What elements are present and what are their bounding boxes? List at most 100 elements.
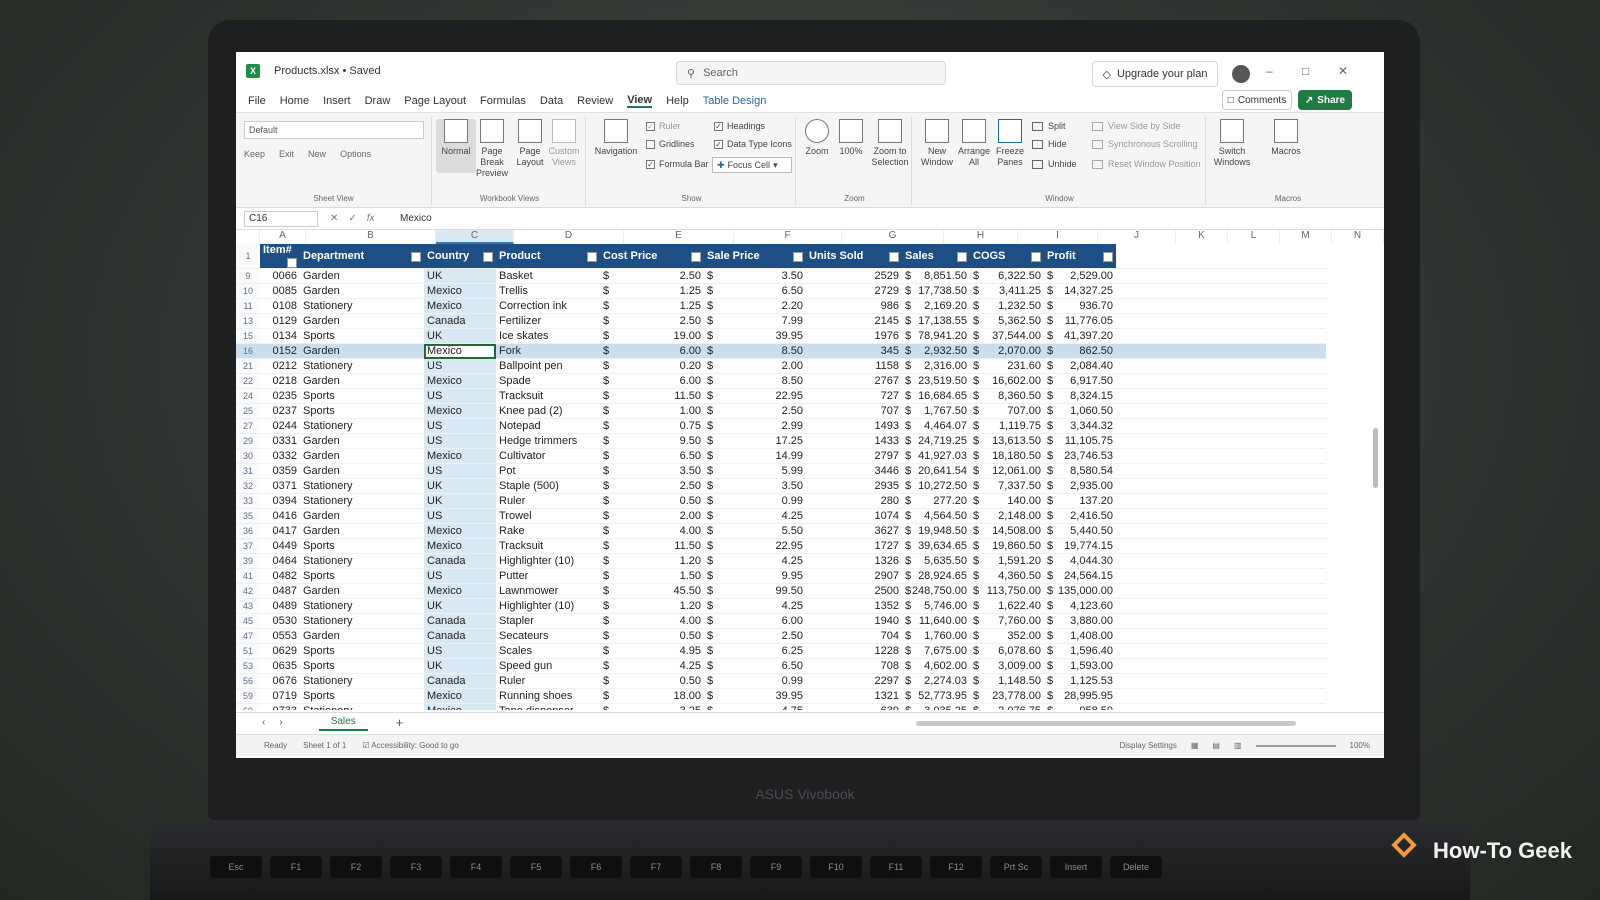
cell-sale-price[interactable]: $3.50	[704, 268, 806, 284]
cell-country[interactable]: Mexico	[424, 403, 496, 419]
cell-sales[interactable]: $2,169.20	[902, 298, 970, 314]
cell-country[interactable]: Canada	[424, 628, 496, 644]
cell-product[interactable]: Secateurs	[496, 628, 600, 644]
cell-sales[interactable]: $41,927.03	[902, 448, 970, 464]
cell-country[interactable]: UK	[424, 493, 496, 509]
row-number[interactable]: 29	[236, 433, 260, 449]
cell-sales[interactable]: $1,767.50	[902, 403, 970, 419]
name-box[interactable]: C16	[244, 210, 318, 227]
cell-cost-price[interactable]: $1.20	[600, 553, 704, 569]
empty-cell[interactable]	[1116, 388, 1326, 404]
headings-checkbox[interactable]: ✓ Headings	[714, 121, 765, 131]
synchronous-scrolling-button[interactable]: Synchronous Scrolling	[1092, 139, 1198, 149]
column-header-l[interactable]: L	[1228, 230, 1280, 244]
next-sheet-icon[interactable]: ›	[279, 717, 282, 728]
cell-department[interactable]: Stationery	[300, 613, 424, 629]
cell-sales[interactable]: $28,924.65	[902, 568, 970, 584]
row-number[interactable]: 56	[236, 673, 260, 689]
cell-sale-price[interactable]: $9.95	[704, 568, 806, 584]
cell-item[interactable]: 0129	[260, 313, 300, 329]
empty-cell[interactable]	[1116, 343, 1326, 359]
zoom-to-selection-button[interactable]: Zoom to Selection	[870, 119, 910, 168]
cell-product[interactable]: Ice skates	[496, 328, 600, 344]
header-cost-price[interactable]: Cost Price	[600, 244, 704, 269]
cell-sales[interactable]: $24,719.25	[902, 433, 970, 449]
cell-sales[interactable]: $4,602.00	[902, 658, 970, 674]
cell-product[interactable]: Staple (500)	[496, 478, 600, 494]
cell-units-sold[interactable]: 2145	[806, 313, 902, 329]
cell-sales[interactable]: $5,635.50	[902, 553, 970, 569]
row-number[interactable]: 1	[236, 244, 260, 269]
cell-units-sold[interactable]: 1158	[806, 358, 902, 374]
arrange-all-button[interactable]: Arrange All	[956, 119, 992, 168]
zoom-level[interactable]: 100%	[1350, 741, 1370, 750]
split-button[interactable]: Split	[1032, 121, 1066, 131]
cell-product[interactable]: Fork	[496, 343, 600, 359]
tab-help[interactable]: Help	[666, 95, 689, 107]
cell-sale-price[interactable]: $7.99	[704, 313, 806, 329]
cell-profit[interactable]: $41,397.20	[1044, 328, 1116, 344]
cell-cogs[interactable]: $231.60	[970, 358, 1044, 374]
cell-country[interactable]: US	[424, 433, 496, 449]
cell-profit[interactable]: $137.20	[1044, 493, 1116, 509]
cell-department[interactable]: Sports	[300, 328, 424, 344]
cell-cogs[interactable]: $19,860.50	[970, 538, 1044, 554]
normal-view-button[interactable]: Normal	[436, 119, 476, 173]
cell-cost-price[interactable]: $11.50	[600, 538, 704, 554]
macros-button[interactable]: Macros	[1266, 119, 1306, 157]
cell-department[interactable]: Garden	[300, 448, 424, 464]
cell-country[interactable]: Mexico	[424, 688, 496, 704]
row-number[interactable]: 35	[236, 508, 260, 524]
cell-sales[interactable]: $2,316.00	[902, 358, 970, 374]
cell-item[interactable]: 0629	[260, 643, 300, 659]
cell-profit[interactable]: $2,529.00	[1044, 268, 1116, 284]
cell-profit[interactable]: $1,125.53	[1044, 673, 1116, 689]
empty-cell[interactable]	[1116, 688, 1326, 704]
cell-department[interactable]: Garden	[300, 583, 424, 599]
cell-sale-price[interactable]: $5.99	[704, 463, 806, 479]
cell-cogs[interactable]: $7,337.50	[970, 478, 1044, 494]
cell-product[interactable]: Trellis	[496, 283, 600, 299]
navigation-button[interactable]: Navigation	[592, 119, 640, 157]
cell-sale-price[interactable]: $2.20	[704, 298, 806, 314]
empty-cell[interactable]	[1116, 358, 1326, 374]
cell-item[interactable]: 0331	[260, 433, 300, 449]
cell-profit[interactable]: $2,935.00	[1044, 478, 1116, 494]
cell-units-sold[interactable]: 2529	[806, 268, 902, 284]
keep-button[interactable]: Keep	[244, 149, 265, 159]
cell-cogs[interactable]: $14,508.00	[970, 523, 1044, 539]
cell-item[interactable]: 0359	[260, 463, 300, 479]
tab-page-layout[interactable]: Page Layout	[404, 95, 466, 107]
avatar[interactable]	[1232, 65, 1250, 83]
cell-sale-price[interactable]: $4.25	[704, 508, 806, 524]
row-number[interactable]: 27	[236, 418, 260, 434]
column-header-f[interactable]: F	[734, 230, 842, 244]
header-sale-price[interactable]: Sale Price	[704, 244, 806, 269]
cell-item[interactable]: 0635	[260, 658, 300, 674]
cell-sale-price[interactable]: $6.50	[704, 283, 806, 299]
cell-sales[interactable]: $10,272.50	[902, 478, 970, 494]
cell-item[interactable]: 0237	[260, 403, 300, 419]
normal-view-status-icon[interactable]: ▦	[1191, 741, 1199, 750]
cell-country[interactable]: Mexico	[424, 703, 496, 710]
custom-views-button[interactable]: Custom Views	[544, 119, 584, 168]
cell-cost-price[interactable]: $18.00	[600, 688, 704, 704]
empty-cell[interactable]	[1116, 628, 1326, 644]
cell-item[interactable]: 0218	[260, 373, 300, 389]
cell-profit[interactable]: $19,774.15	[1044, 538, 1116, 554]
cell-units-sold[interactable]: 2297	[806, 673, 902, 689]
close-button[interactable]: ✕	[1338, 64, 1348, 78]
empty-cell[interactable]	[1116, 313, 1326, 329]
cell-cost-price[interactable]: $4.00	[600, 523, 704, 539]
cell-profit[interactable]: $11,776.05	[1044, 313, 1116, 329]
search-box[interactable]: ⚲ Search	[676, 61, 946, 85]
tab-insert[interactable]: Insert	[323, 95, 351, 107]
cell-product[interactable]: Rake	[496, 523, 600, 539]
cell-item[interactable]: 0464	[260, 553, 300, 569]
cell-cogs[interactable]: $7,760.00	[970, 613, 1044, 629]
cell-item[interactable]: 0332	[260, 448, 300, 464]
row-number[interactable]: 32	[236, 478, 260, 494]
cell-profit[interactable]: $936.70	[1044, 298, 1116, 314]
cell-product[interactable]: Ruler	[496, 673, 600, 689]
cell-department[interactable]: Garden	[300, 508, 424, 524]
